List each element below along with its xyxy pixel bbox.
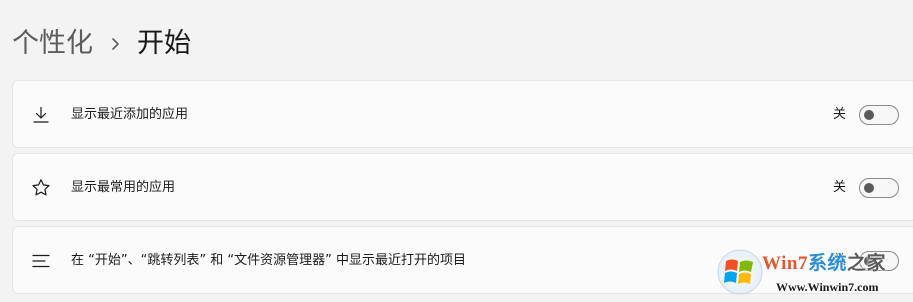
recent-apps-toggle[interactable] xyxy=(859,105,899,125)
watermark-brand-part: Win7 xyxy=(762,253,809,274)
toggle-state-label: 关 xyxy=(833,180,847,195)
chevron-right-icon xyxy=(93,24,137,64)
windows-logo-icon xyxy=(716,248,764,296)
watermark-url: Www.Winwin7.com xyxy=(776,280,879,294)
setting-label: 显示最常用的应用 xyxy=(71,180,176,195)
watermark-brand: Win7系统之家 xyxy=(762,252,886,276)
star-icon xyxy=(31,178,51,198)
download-icon xyxy=(31,105,51,125)
toggle-knob xyxy=(864,110,874,120)
most-used-apps-toggle[interactable] xyxy=(859,178,899,198)
watermark-brand-part: 系统 xyxy=(808,253,848,274)
setting-label: 显示最近添加的应用 xyxy=(71,107,189,122)
toggle-knob xyxy=(864,183,874,193)
page-title: 开始 xyxy=(137,28,191,59)
breadcrumb: 个性化 开始 xyxy=(12,24,191,64)
setting-label: 在 “开始”、“跳转列表” 和 “文件资源管理器” 中显示最近打开的项目 xyxy=(71,253,466,268)
list-icon xyxy=(31,251,51,271)
watermark-brand-part: 之家 xyxy=(847,253,887,274)
setting-row-most-used-apps: 显示最常用的应用 关 xyxy=(12,153,913,221)
toggle-state-label: 关 xyxy=(833,107,847,122)
breadcrumb-parent[interactable]: 个性化 xyxy=(12,24,93,64)
setting-row-recent-apps: 显示最近添加的应用 关 xyxy=(12,80,913,148)
watermark: Win7系统之家 Www.Winwin7.com xyxy=(712,244,913,302)
